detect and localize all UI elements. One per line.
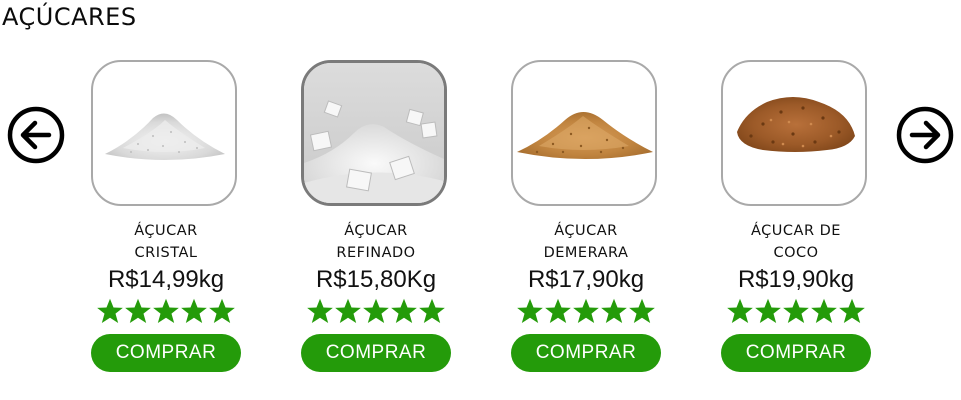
product-image[interactable] — [511, 60, 657, 206]
star-icon — [600, 297, 628, 325]
star-icon — [362, 297, 390, 325]
product-card: ÁÇUCAR REFINADO R$15,80Kg COMPRAR — [291, 58, 461, 378]
section-title: AÇÚCARES — [2, 3, 137, 31]
product-card: ÁÇUCAR CRISTAL R$14,99kg COMPRAR — [81, 58, 251, 378]
product-name-line: ÁÇUCAR — [344, 223, 408, 239]
star-icon — [152, 297, 180, 325]
star-icon — [418, 297, 446, 325]
arrow-right-circle-icon — [896, 106, 954, 164]
product-name: ÁÇUCAR CRISTAL — [81, 220, 251, 264]
star-icon — [838, 297, 866, 325]
product-name-line: COCO — [773, 245, 819, 261]
product-name-line: CRISTAL — [134, 245, 198, 261]
arrow-left-circle-icon — [7, 106, 65, 164]
product-name-line: DEMERARA — [543, 245, 629, 261]
buy-button[interactable]: COMPRAR — [511, 334, 661, 372]
rating-stars — [726, 297, 866, 327]
product-card: ÁÇUCAR DEMERARA R$17,90kg COMPRAR — [501, 58, 671, 378]
star-icon — [390, 297, 418, 325]
rating-stars — [96, 297, 236, 327]
star-icon — [334, 297, 362, 325]
star-icon — [726, 297, 754, 325]
product-image[interactable] — [721, 60, 867, 206]
demerara-sugar-pile-image — [517, 112, 653, 159]
star-icon — [96, 297, 124, 325]
star-icon — [124, 297, 152, 325]
refined-sugar-with-cubes-image — [304, 63, 444, 203]
buy-button[interactable]: COMPRAR — [91, 334, 241, 372]
star-icon — [782, 297, 810, 325]
product-name: ÁÇUCAR REFINADO — [291, 220, 461, 264]
product-image[interactable] — [301, 60, 447, 206]
star-icon — [572, 297, 600, 325]
product-carousel: AÇÚCARES ÁÇUCAR CRISTAL R$14,99kg COMPRA… — [0, 0, 961, 400]
star-icon — [306, 297, 334, 325]
product-name-line: REFINADO — [336, 245, 416, 261]
star-icon — [180, 297, 208, 325]
buy-button[interactable]: COMPRAR — [721, 334, 871, 372]
rating-stars — [306, 297, 446, 327]
star-icon — [208, 297, 236, 325]
star-icon — [810, 297, 838, 325]
buy-button[interactable]: COMPRAR — [301, 334, 451, 372]
star-icon — [754, 297, 782, 325]
star-icon — [628, 297, 656, 325]
product-card: ÁÇUCAR DE COCO R$19,90kg COMPRAR — [711, 58, 881, 378]
product-image[interactable] — [91, 60, 237, 206]
prev-button[interactable] — [7, 106, 65, 164]
next-button[interactable] — [896, 106, 954, 164]
product-name: ÁÇUCAR DE COCO — [711, 220, 881, 264]
product-name-line: ÁÇUCAR — [554, 223, 618, 239]
product-name: ÁÇUCAR DEMERARA — [501, 220, 671, 264]
product-price: R$15,80Kg — [315, 266, 437, 293]
product-price: R$17,90kg — [527, 266, 645, 293]
coconut-sugar-pile-image — [737, 97, 855, 152]
product-name-line: ÁÇUCAR — [134, 223, 198, 239]
star-icon — [544, 297, 572, 325]
star-icon — [516, 297, 544, 325]
white-crystal-sugar-pile-image — [105, 113, 225, 160]
product-price: R$19,90kg — [737, 266, 855, 293]
rating-stars — [516, 297, 656, 327]
product-name-line: ÁÇUCAR DE — [751, 223, 841, 239]
product-price: R$14,99kg — [107, 266, 225, 293]
